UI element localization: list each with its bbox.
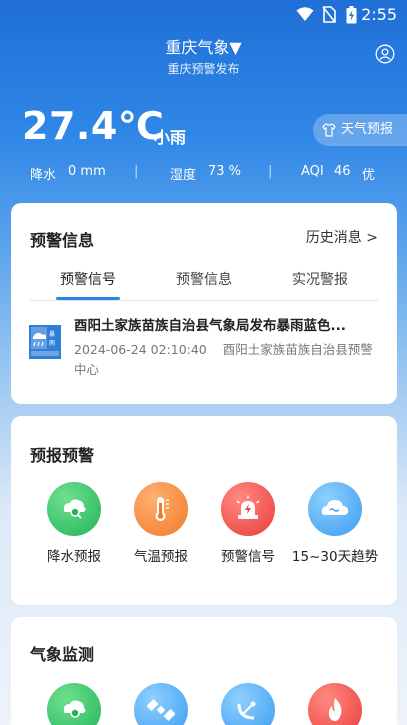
- rain-magnifier-icon: [47, 482, 101, 536]
- weather-stats: 降水 0 mm | 湿度 73 % | AQI 46 优: [0, 164, 407, 184]
- current-temperature: 27.4℃: [22, 104, 165, 148]
- alert-title[interactable]: 酉阳土家族苗族自治县气象局发布暴雨蓝色...: [74, 314, 379, 334]
- fire-icon: [308, 683, 362, 725]
- rain-magnifier-icon: [47, 683, 101, 725]
- cloud-icon: [308, 482, 362, 536]
- monitor-title: 气象监测: [30, 645, 95, 664]
- warning-title: 预警信息: [30, 231, 95, 250]
- forecast-warning-card: 预报预警 降水预报 气温预报 预警信号 15~30天趋势: [11, 416, 397, 605]
- city-selector[interactable]: 重庆气象▼: [0, 34, 407, 58]
- item-label: 降水预报: [47, 549, 101, 565]
- rainstorm-warning-badge-icon: 暴 雨: [29, 325, 61, 359]
- precip-value: 0 mm: [68, 164, 106, 179]
- warning-tabs: 预警信号 预警信息 实况警报: [30, 269, 378, 301]
- aqi-level: 优: [362, 168, 376, 183]
- status-bar: 2:55: [0, 0, 407, 30]
- aqi-value: 46: [334, 164, 351, 179]
- active-tab-indicator: [56, 297, 120, 300]
- header-subtitle: 重庆预警发布: [167, 62, 240, 76]
- weather-forecast-button[interactable]: 天气预报: [313, 114, 407, 146]
- item-label: 气温预报: [134, 549, 188, 565]
- warning-signal-button[interactable]: 预警信号: [204, 482, 292, 568]
- monitor-radar-button[interactable]: [204, 683, 292, 725]
- weather-monitor-card: 气象监测: [11, 617, 397, 725]
- tab-warning-info[interactable]: 预警信息: [146, 269, 262, 289]
- long-trend-button[interactable]: 15~30天趋势: [291, 482, 379, 568]
- shirt-icon: [322, 123, 336, 137]
- user-icon[interactable]: [375, 44, 395, 64]
- precip-forecast-button[interactable]: 降水预报: [30, 482, 118, 568]
- tab-warning-signal[interactable]: 预警信号: [30, 269, 146, 289]
- divider: |: [268, 164, 273, 179]
- humidity-value: 73 %: [208, 164, 242, 179]
- aqi-label: AQI: [301, 164, 324, 179]
- status-time: 2:55: [361, 5, 397, 24]
- alert-date: 2024-06-24 02:10:40: [74, 342, 207, 357]
- satellite-icon: [134, 683, 188, 725]
- temp-forecast-button[interactable]: 气温预报: [117, 482, 205, 568]
- divider: |: [134, 164, 139, 179]
- battery-icon: [346, 6, 357, 24]
- humidity-label: 湿度: [170, 168, 197, 183]
- thermometer-icon: [134, 482, 188, 536]
- alert-meta: 2024-06-24 02:10:40 酉阳土家族苗族自治县预警中心: [74, 340, 379, 380]
- item-label: 15~30天趋势: [291, 549, 379, 565]
- current-weather: 小雨: [154, 128, 187, 147]
- monitor-fire-button[interactable]: [291, 683, 379, 725]
- forecast-title: 预报预警: [30, 446, 95, 465]
- monitor-satellite-button[interactable]: [117, 683, 205, 725]
- forecast-button-label: 天气预报: [341, 122, 394, 137]
- warning-card: 预警信息 历史消息 > 预警信号 预警信息 实况警报 暴 雨 酉阳土家族苗族自治…: [11, 203, 397, 404]
- history-messages-link[interactable]: 历史消息 >: [306, 227, 378, 247]
- radar-icon: [221, 683, 275, 725]
- wifi-icon: [296, 7, 314, 21]
- no-sim-icon: [322, 6, 336, 23]
- tab-live-alert[interactable]: 实况警报: [262, 269, 378, 289]
- badge-text-1: 暴: [49, 331, 55, 338]
- precip-label: 降水: [30, 168, 57, 183]
- item-label: 预警信号: [221, 549, 275, 565]
- monitor-rain-button[interactable]: [30, 683, 118, 725]
- siren-icon: [221, 482, 275, 536]
- badge-text-2: 雨: [49, 340, 55, 347]
